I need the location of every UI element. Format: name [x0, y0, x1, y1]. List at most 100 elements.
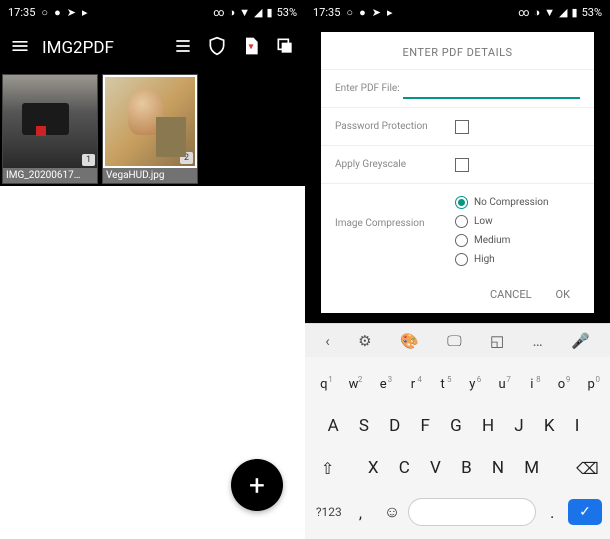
key-w[interactable]: 2w	[339, 377, 369, 392]
thumbnail-item[interactable]: 2 VegaHUD.jpg	[102, 74, 198, 184]
kb-clipboard-icon[interactable]: ◱	[490, 332, 504, 350]
key-p[interactable]: 0p	[576, 377, 606, 392]
key-e[interactable]: 3e	[368, 377, 398, 392]
password-row: Password Protection	[321, 107, 594, 145]
wifi-icon: ▼	[239, 6, 250, 19]
kb-gear-icon[interactable]: ⚙	[358, 332, 371, 350]
password-label: Password Protection	[335, 121, 455, 132]
kb-mic-icon[interactable]: 🎤	[571, 332, 590, 350]
whatsapp-icon: ○	[41, 6, 48, 19]
status-bar: 17:35 ○ ● ➤ ▸ ∞ ◑ ▼ ◢ ▮ 53%	[0, 0, 305, 24]
link-icon: ∞	[518, 6, 529, 19]
compression-option-medium[interactable]: Medium	[455, 234, 549, 247]
battery-icon: ▮	[572, 6, 578, 19]
thumbnail-badge: 2	[180, 152, 193, 164]
thumbnail-image: 2	[103, 75, 197, 168]
phone-left: 17:35 ○ ● ➤ ▸ ∞ ◑ ▼ ◢ ▮ 53% IMG2PDF	[0, 0, 305, 539]
send-icon: ➤	[372, 6, 381, 19]
content-area: 1 IMG_20200617… 2 VegaHUD.jpg +	[0, 72, 305, 539]
signal-icon: ◢	[559, 6, 567, 19]
app-bar: IMG2PDF	[0, 24, 305, 72]
keyboard-row-2: A S D F G H J K I	[305, 405, 610, 447]
clock: 17:35	[8, 6, 35, 19]
greyscale-checkbox[interactable]	[455, 158, 469, 172]
emoji-key[interactable]: ☺	[376, 502, 408, 522]
radio-icon	[455, 196, 468, 209]
cancel-button[interactable]: CANCEL	[490, 288, 532, 301]
kb-back-icon[interactable]: ‹	[325, 332, 330, 350]
key-i[interactable]: 8i	[517, 377, 547, 392]
compression-option-low[interactable]: Low	[455, 215, 549, 228]
kb-screen-icon[interactable]: 🖵	[447, 332, 461, 350]
key-u[interactable]: 7u	[487, 377, 517, 392]
enter-key[interactable]: ✓	[568, 499, 602, 525]
greyscale-row: Apply Greyscale	[321, 145, 594, 183]
menu-icon[interactable]	[10, 36, 30, 60]
volume-icon: ◑	[534, 6, 541, 19]
compression-label: Image Compression	[335, 196, 455, 229]
key-o[interactable]: 9o	[547, 377, 577, 392]
symbols-key[interactable]: ?123	[313, 505, 345, 519]
keyboard: 1q 2w 3e 4r 5t 6y 7u 8i 9o 0p A S D F G …	[305, 357, 610, 539]
keyboard-toolbar: ‹ ⚙ 🎨 🖵 ◱ … 🎤	[305, 323, 610, 357]
thumbnail-label: IMG_20200617…	[3, 168, 97, 183]
key-y[interactable]: 6y	[458, 377, 488, 392]
compression-row: Image Compression No Compression Low Med…	[321, 183, 594, 278]
backspace-key[interactable]: ⌫	[569, 459, 606, 478]
key-r[interactable]: 4r	[398, 377, 428, 392]
kb-more-icon[interactable]: …	[533, 332, 543, 350]
thumbnail-label: VegaHUD.jpg	[103, 168, 197, 183]
thumbnail-badge: 1	[82, 154, 95, 166]
pdf-icon[interactable]	[241, 36, 261, 60]
keyboard-row-3-keys[interactable]: X C V B N M	[346, 458, 569, 478]
facebook-icon: ●	[54, 6, 61, 19]
thumbnail-image: 1	[3, 75, 97, 168]
greyscale-label: Apply Greyscale	[335, 159, 455, 170]
play-icon: ▸	[387, 6, 393, 19]
period-key[interactable]: .	[536, 503, 568, 522]
play-icon: ▸	[82, 6, 88, 19]
key-q[interactable]: 1q	[309, 377, 339, 392]
keyboard-row-1: 1q 2w 3e 4r 5t 6y 7u 8i 9o 0p	[305, 363, 610, 405]
space-key[interactable]	[408, 498, 537, 526]
dialog-actions: CANCEL OK	[321, 278, 594, 313]
clock: 17:35	[313, 6, 340, 19]
compression-option-none[interactable]: No Compression	[455, 196, 549, 209]
key-t[interactable]: 5t	[428, 377, 458, 392]
link-icon: ∞	[213, 6, 224, 19]
facebook-icon: ●	[359, 6, 366, 19]
copy-icon[interactable]	[275, 36, 295, 60]
radio-icon	[455, 234, 468, 247]
list-icon[interactable]	[173, 36, 193, 60]
shield-icon[interactable]	[207, 36, 227, 60]
phone-right: 17:35 ○ ● ➤ ▸ ∞ ◑ ▼ ◢ ▮ 53% ENTER PDF DE…	[305, 0, 610, 539]
app-title: IMG2PDF	[42, 38, 161, 58]
add-fab[interactable]: +	[231, 459, 283, 511]
ok-button[interactable]: OK	[556, 288, 570, 301]
battery-icon: ▮	[267, 6, 273, 19]
pdf-file-label: Enter PDF File:	[335, 83, 403, 94]
status-bar: 17:35 ○ ● ➤ ▸ ∞ ◑ ▼ ◢ ▮ 53%	[305, 0, 610, 24]
pdf-details-dialog: ENTER PDF DETAILS Enter PDF File: Passwo…	[321, 32, 594, 313]
keyboard-row-3: ⇧ X C V B N M ⌫	[305, 447, 610, 489]
shift-key[interactable]: ⇧	[309, 459, 346, 478]
signal-icon: ◢	[254, 6, 262, 19]
battery-text: 53%	[582, 6, 602, 19]
battery-text: 53%	[277, 6, 297, 19]
pdf-file-input[interactable]	[403, 79, 580, 99]
radio-icon	[455, 215, 468, 228]
password-checkbox[interactable]	[455, 120, 469, 134]
compression-radio-group: No Compression Low Medium High	[455, 196, 549, 266]
send-icon: ➤	[67, 6, 76, 19]
wifi-icon: ▼	[544, 6, 555, 19]
thumbnail-item[interactable]: 1 IMG_20200617…	[2, 74, 98, 184]
pdf-file-row: Enter PDF File:	[321, 69, 594, 107]
keyboard-row-4: ?123 , ☺ . ✓	[305, 489, 610, 539]
compression-option-high[interactable]: High	[455, 253, 549, 266]
keyboard-row-2-keys[interactable]: A S D F G H J K I	[309, 416, 606, 436]
radio-icon	[455, 253, 468, 266]
comma-key[interactable]: ,	[345, 503, 377, 522]
volume-icon: ◑	[229, 6, 236, 19]
kb-palette-icon[interactable]: 🎨	[400, 332, 419, 350]
whatsapp-icon: ○	[346, 6, 353, 19]
